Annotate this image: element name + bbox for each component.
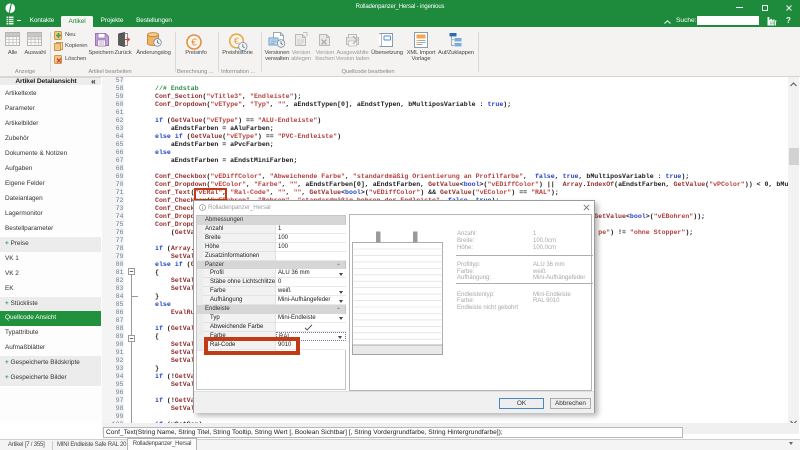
svg-text:€: € [191, 37, 197, 48]
